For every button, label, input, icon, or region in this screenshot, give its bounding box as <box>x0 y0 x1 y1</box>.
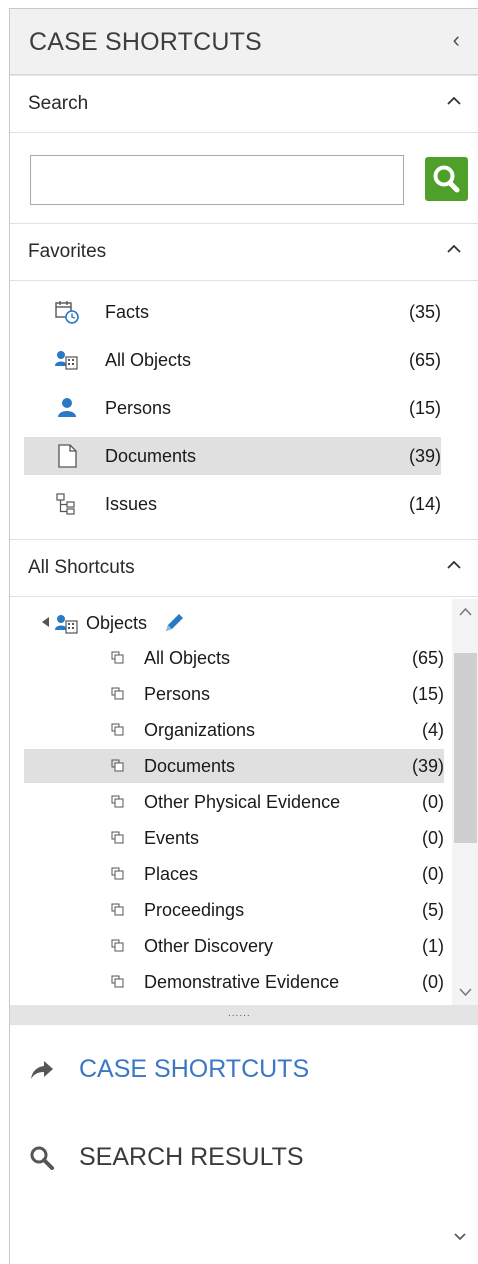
all-shortcuts-section-label: All Shortcuts <box>28 557 135 578</box>
tree-root-label: Objects <box>86 613 148 633</box>
shortcut-item-all-objects[interactable]: All Objects (65) <box>24 641 444 675</box>
all-objects-icon <box>55 615 78 634</box>
search-section-header[interactable]: Search <box>10 75 478 133</box>
shortcut-count: (0) <box>422 972 444 992</box>
nav-case-shortcuts-label: CASE SHORTCUTS <box>79 1055 310 1083</box>
chevron-up-icon[interactable] <box>446 238 462 258</box>
shortcut-item-organizations[interactable]: Organizations (4) <box>24 713 444 747</box>
favorite-label: Persons <box>105 398 172 418</box>
shortcut-label: Demonstrative Evidence <box>144 972 340 992</box>
shortcut-item-events[interactable]: Events (0) <box>24 821 444 855</box>
shortcut-count: (0) <box>422 864 444 884</box>
shortcut-count: (0) <box>422 792 444 812</box>
search-icon <box>30 1146 54 1170</box>
shortcut-label: Places <box>144 864 199 884</box>
shortcut-node-icon <box>111 723 124 736</box>
shortcut-node-icon <box>111 867 124 880</box>
search-section-label: Search <box>28 93 89 114</box>
favorite-label: Documents <box>105 446 197 466</box>
shortcut-label: Proceedings <box>144 900 245 920</box>
edit-pencil-icon[interactable] <box>162 611 186 635</box>
pane-splitter[interactable]: ...... <box>10 1005 478 1025</box>
issues-tree-icon <box>56 493 75 515</box>
facts-calendar-icon <box>55 301 79 324</box>
splitter-grip: ...... <box>228 1008 251 1019</box>
nav-search-results-label: SEARCH RESULTS <box>79 1143 304 1171</box>
favorite-count: (15) <box>408 398 441 418</box>
chevron-up-icon[interactable] <box>446 90 462 110</box>
shortcut-label: Documents <box>144 756 236 776</box>
favorite-item-facts[interactable]: Facts (35) <box>24 293 441 331</box>
favorites-section-label: Favorites <box>28 241 107 262</box>
favorite-item-issues[interactable]: Issues (14) <box>24 485 441 523</box>
case-shortcuts-panel: CASE SHORTCUTS ‹ Search Favorites Facts … <box>9 8 478 1264</box>
shortcut-count: (4) <box>422 720 444 740</box>
scroll-thumb[interactable] <box>454 653 477 843</box>
collapse-arrow-icon[interactable] <box>40 616 50 628</box>
shortcut-count: (65) <box>411 648 444 668</box>
shortcut-node-icon <box>111 759 124 772</box>
shortcut-label: Other Physical Evidence <box>144 792 341 812</box>
shortcut-node-icon <box>111 903 124 916</box>
shortcut-item-places[interactable]: Places (0) <box>24 857 444 891</box>
shortcut-item-demonstrative-evidence[interactable]: Demonstrative Evidence (0) <box>24 965 444 999</box>
favorite-item-all-objects[interactable]: All Objects (65) <box>24 341 441 379</box>
search-button[interactable] <box>425 157 468 201</box>
shortcut-node-icon <box>111 975 124 988</box>
favorite-item-persons[interactable]: Persons (15) <box>24 389 441 427</box>
favorite-label: All Objects <box>105 350 192 370</box>
scroll-down-icon[interactable] <box>459 987 472 997</box>
all-shortcuts-section-header[interactable]: All Shortcuts <box>10 539 478 597</box>
favorite-count: (39) <box>408 446 441 466</box>
shortcut-label: Persons <box>144 684 211 704</box>
shortcut-count: (39) <box>411 756 444 776</box>
favorite-count: (65) <box>408 350 441 370</box>
shortcut-count: (5) <box>422 900 444 920</box>
shortcut-label: All Objects <box>144 648 231 668</box>
shortcut-node-icon <box>111 795 124 808</box>
favorite-label: Issues <box>105 494 158 514</box>
favorite-count: (14) <box>408 494 441 514</box>
search-icon <box>433 165 460 193</box>
person-icon <box>58 398 76 417</box>
shortcut-item-proceedings[interactable]: Proceedings (5) <box>24 893 444 927</box>
shortcut-node-icon <box>111 651 124 664</box>
shortcut-node-icon <box>111 831 124 844</box>
all-objects-icon <box>55 351 78 370</box>
favorite-item-documents[interactable]: Documents (39) <box>24 437 441 475</box>
chevron-up-icon[interactable] <box>446 554 462 574</box>
document-icon <box>58 444 77 468</box>
scroll-up-icon[interactable] <box>459 607 472 617</box>
favorites-section-header[interactable]: Favorites <box>10 223 478 281</box>
shortcut-count: (1) <box>422 936 444 956</box>
shortcut-item-documents[interactable]: Documents (39) <box>24 749 444 783</box>
favorite-count: (35) <box>408 302 441 322</box>
shortcut-label: Organizations <box>144 720 256 740</box>
chevron-down-icon[interactable] <box>452 1229 468 1245</box>
shortcuts-scrollbar[interactable] <box>452 599 478 1007</box>
panel-title: CASE SHORTCUTS <box>29 28 262 56</box>
collapse-panel-icon[interactable]: ‹ <box>453 27 460 53</box>
shortcut-node-icon <box>111 939 124 952</box>
shortcut-count: (0) <box>422 828 444 848</box>
search-input[interactable] <box>30 155 404 205</box>
shortcut-item-other-physical-evidence[interactable]: Other Physical Evidence (0) <box>24 785 444 819</box>
shortcut-item-persons[interactable]: Persons (15) <box>24 677 444 711</box>
shortcut-label: Other Discovery <box>144 936 274 956</box>
favorite-label: Facts <box>105 302 150 322</box>
shortcut-count: (15) <box>411 684 444 704</box>
shortcut-label: Events <box>144 828 200 848</box>
panel-header: CASE SHORTCUTS ‹ <box>10 9 478 75</box>
shortcut-item-other-discovery[interactable]: Other Discovery (1) <box>24 929 444 963</box>
share-arrow-icon <box>31 1061 53 1079</box>
shortcut-node-icon <box>111 687 124 700</box>
